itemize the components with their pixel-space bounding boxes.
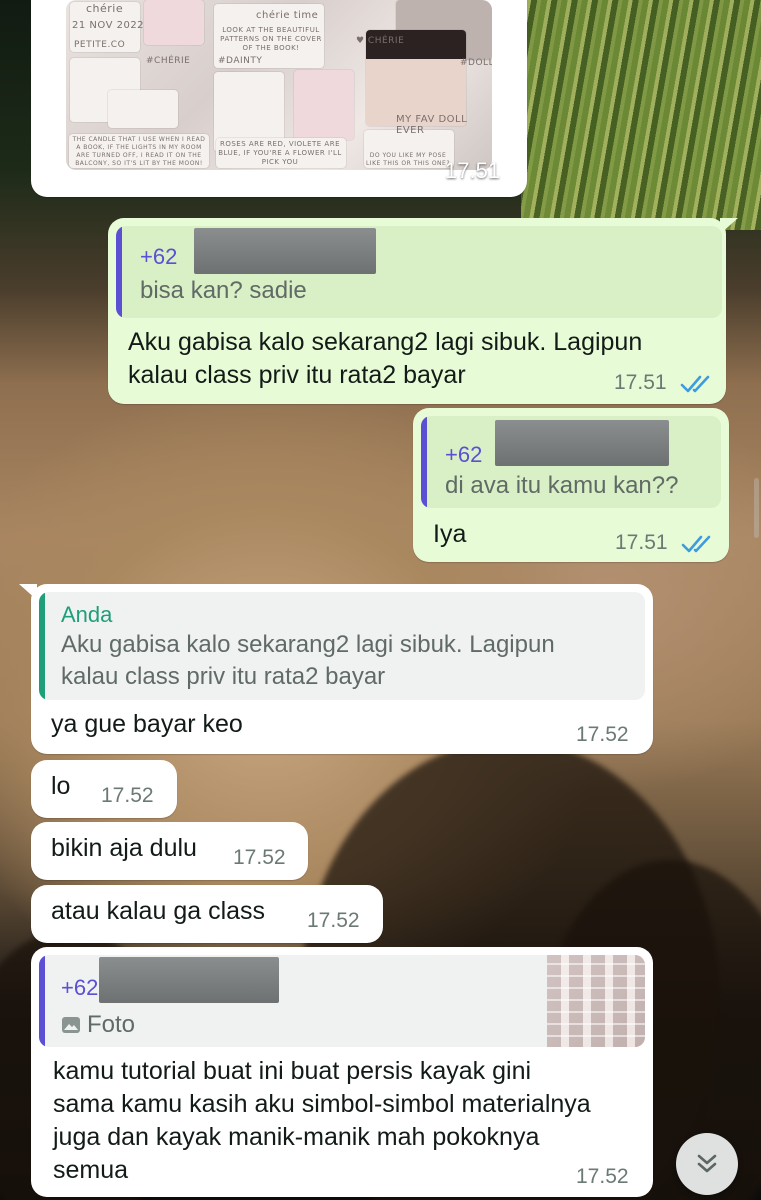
collage-label: LOOK AT THE BEAUTIFUL PATTERNS ON THE CO… — [220, 26, 322, 52]
collage-label: DO YOU LIKE MY POSE LIKE THIS OR THIS ON… — [365, 152, 451, 167]
message-text: juga dan kayak manik-manik mah pokoknya — [53, 1123, 540, 1151]
quote-bar — [39, 955, 45, 1047]
message-time: 17.51 — [614, 371, 667, 394]
collage-label: MY FAV DOLL EVER — [396, 114, 468, 136]
redacted-phone — [99, 957, 279, 1003]
message-text: Aku gabisa kalo sekarang2 lagi sibuk. La… — [128, 328, 643, 356]
collage-label: ♥ CHÉRIE — [356, 36, 405, 46]
incoming-message-bubble[interactable]: +62 Foto kamu tutorial buat ini buat per… — [31, 947, 653, 1197]
message-text: lo — [51, 772, 71, 800]
read-receipt-icon — [680, 375, 710, 393]
incoming-message-bubble[interactable]: lo 17.52 — [31, 760, 177, 818]
quote-sender: +62 — [140, 244, 178, 269]
quoted-message[interactable]: +62 di ava itu kamu kan?? — [421, 416, 721, 508]
quote-bar — [116, 226, 122, 318]
wallpaper-grass — [521, 0, 761, 230]
message-text: atau kalau ga class — [51, 897, 266, 925]
redacted-phone — [194, 228, 376, 274]
quote-text: di ava itu kamu kan?? — [445, 472, 679, 499]
collage-label: 21 NOV 2022 — [72, 20, 145, 31]
message-time: 17.51 — [615, 531, 668, 554]
quoted-message[interactable]: +62 bisa kan? sadie — [116, 226, 722, 318]
quote-text: bisa kan? sadie — [140, 277, 307, 304]
quote-sender: +62 — [445, 442, 483, 467]
quote-sender: Anda — [61, 602, 113, 627]
collage-image[interactable]: chérie 21 NOV 2022 PETITE.CO chérie time… — [66, 0, 492, 170]
collage-label: #DAINTY — [218, 56, 263, 66]
collage-tile — [108, 90, 178, 128]
collage-label: THE CANDLE THAT I USE WHEN I READ A BOOK… — [72, 136, 206, 167]
message-time: 17.52 — [307, 909, 360, 932]
bubble-tail — [19, 584, 37, 600]
collage-tile — [144, 0, 204, 45]
image-message-bubble[interactable]: chérie 21 NOV 2022 PETITE.CO chérie time… — [31, 0, 527, 197]
message-time: 17.52 — [101, 784, 154, 807]
quote-thumbnail[interactable] — [547, 955, 645, 1047]
message-time: 17.52 — [233, 846, 286, 869]
message-text: Iya — [433, 520, 467, 548]
collage-tile — [294, 70, 354, 140]
message-text: sama kamu kasih aku simbol-simbol materi… — [53, 1090, 591, 1118]
quote-media-label: Foto — [87, 1011, 136, 1038]
message-text: semua — [53, 1156, 129, 1184]
bubble-tail — [720, 218, 738, 234]
message-time: 17.51 — [445, 158, 501, 183]
outgoing-message-bubble[interactable]: +62 bisa kan? sadie Aku gabisa kalo seka… — [108, 218, 738, 404]
message-time: 17.52 — [576, 723, 629, 746]
quote-bar — [39, 592, 45, 700]
message-text: ya gue bayar keo — [51, 710, 243, 738]
redacted-phone — [495, 420, 669, 466]
read-receipt-icon — [681, 535, 711, 553]
quote-sender: +62 — [61, 975, 99, 1000]
collage-label: #DOLL — [460, 58, 492, 68]
collage-label: PETITE.CO — [74, 40, 126, 50]
scroll-to-bottom-button[interactable] — [676, 1133, 738, 1195]
quote-text: kalau class priv itu rata2 bayar — [61, 663, 386, 690]
quote-bar — [421, 416, 427, 508]
message-time: 17.52 — [576, 1165, 629, 1188]
collage-label: chérie — [86, 2, 124, 15]
message-text: kamu tutorial buat ini buat persis kayak… — [53, 1057, 532, 1085]
collage-label: ROSES ARE RED, VIOLETE ARE BLUE, IF YOU'… — [218, 140, 342, 166]
collage-label: #CHÉRIE — [146, 56, 191, 66]
quote-text: Aku gabisa kalo sekarang2 lagi sibuk. La… — [61, 631, 555, 658]
message-text: kalau class priv itu rata2 bayar — [128, 361, 466, 389]
message-text: bikin aja dulu — [51, 834, 197, 862]
scrollbar-thumb[interactable] — [754, 478, 759, 538]
outgoing-message-bubble[interactable]: +62 di ava itu kamu kan?? Iya 17.51 — [413, 408, 729, 562]
double-chevron-down-icon — [697, 1154, 717, 1173]
quoted-message[interactable]: +62 Foto — [39, 955, 645, 1047]
collage-label: chérie time — [256, 10, 319, 21]
incoming-message-bubble[interactable]: bikin aja dulu 17.52 — [31, 822, 308, 880]
image-icon — [62, 1017, 80, 1033]
quoted-message[interactable]: Anda Aku gabisa kalo sekarang2 lagi sibu… — [39, 592, 645, 700]
incoming-message-bubble[interactable]: atau kalau ga class 17.52 — [31, 885, 383, 943]
incoming-message-bubble[interactable]: Anda Aku gabisa kalo sekarang2 lagi sibu… — [19, 584, 653, 754]
